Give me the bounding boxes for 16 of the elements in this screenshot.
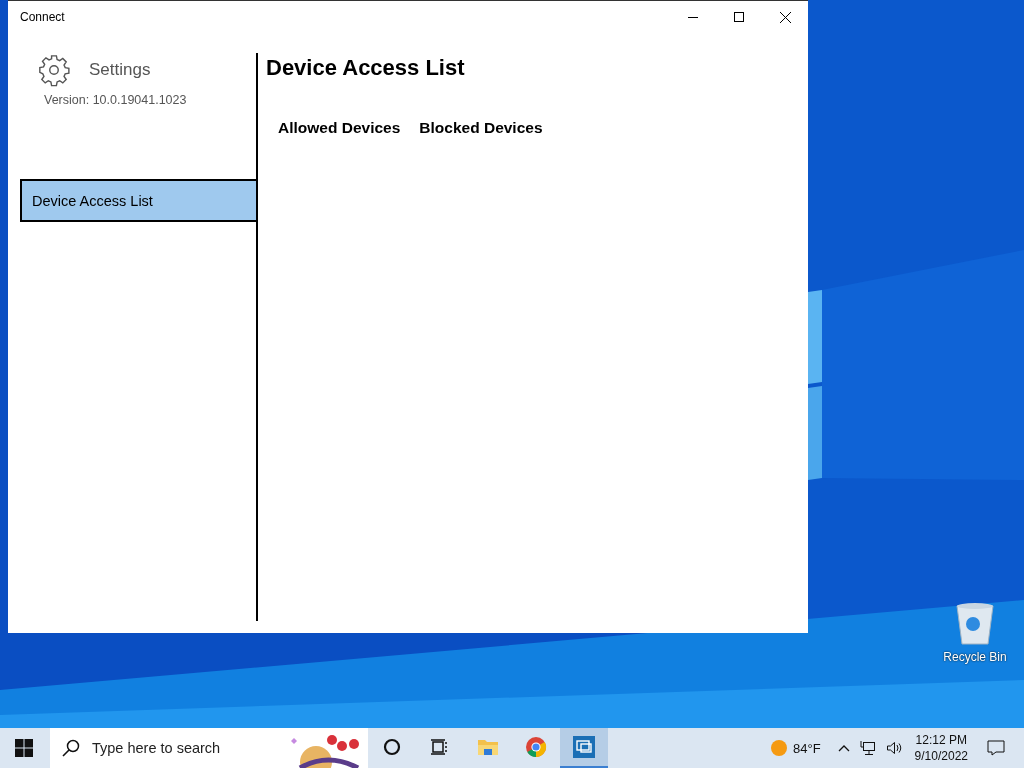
app-icon <box>573 736 595 758</box>
weather-temperature: 84°F <box>793 740 821 756</box>
task-view-icon <box>431 739 449 755</box>
clock-time[interactable]: 12:12 PM <box>915 732 967 748</box>
speaker-icon[interactable] <box>885 740 902 756</box>
chevron-up-icon[interactable] <box>837 744 850 752</box>
search-icon <box>62 739 80 757</box>
notification-icon[interactable] <box>987 740 1005 756</box>
clock-date[interactable]: 9/10/2022 <box>914 748 968 764</box>
windows-logo-icon <box>15 739 33 757</box>
network-icon[interactable] <box>859 740 876 756</box>
chrome-icon <box>525 736 547 758</box>
sun-icon <box>770 739 788 757</box>
circle-icon <box>383 738 401 756</box>
folder-icon <box>477 737 499 757</box>
search-field[interactable]: Type here to search <box>90 739 274 757</box>
